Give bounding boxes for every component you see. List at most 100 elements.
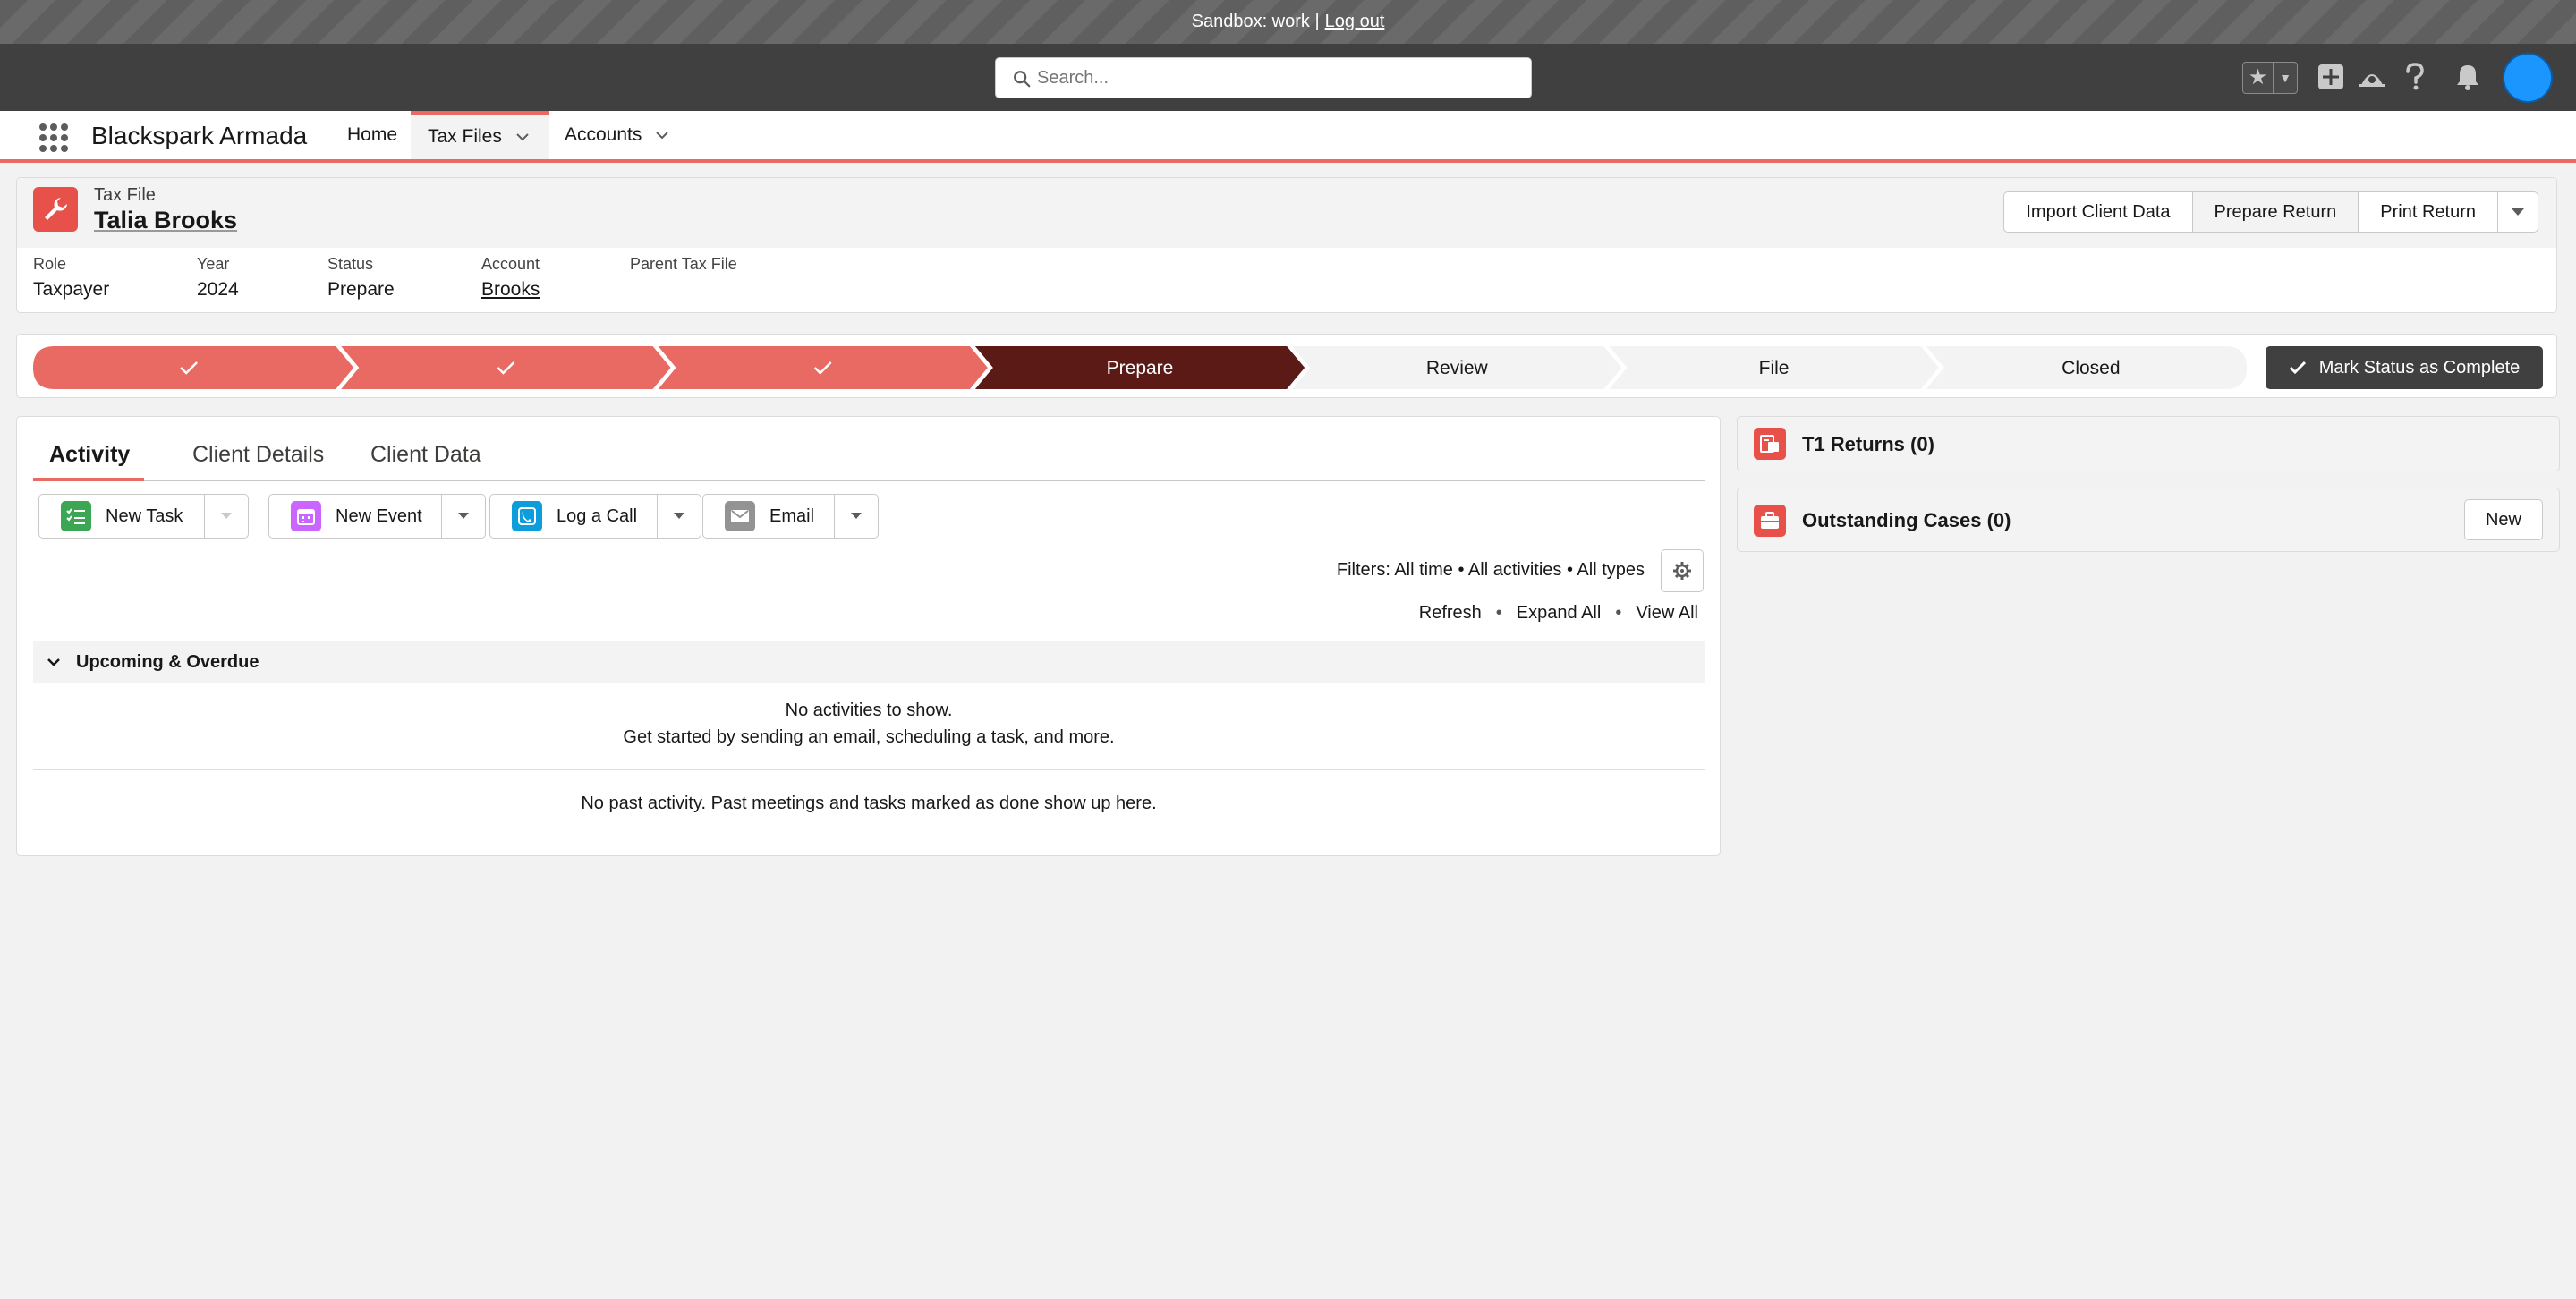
path-stages: Prepare Review File Closed (33, 346, 2247, 389)
checkmark-icon (2289, 361, 2306, 375)
app-launcher-icon[interactable] (39, 123, 68, 152)
activity-filters-text: Filters: All time • All activities • All… (1336, 560, 1645, 580)
status-path: Prepare Review File Closed Mark Status as C… (16, 334, 2557, 398)
briefcase-icon (1754, 505, 1786, 537)
search-placeholder: Search... (1037, 67, 1109, 88)
sandbox-banner: Sandbox: work | Log out (0, 0, 2576, 44)
email-button[interactable]: Email (702, 494, 835, 539)
activity-links: Refresh • Expand All • View All (1419, 603, 1698, 624)
record-header: Tax File Talia Brooks Import Client Data… (16, 177, 2557, 313)
gear-icon (1673, 562, 1691, 580)
favorites-button[interactable]: ★ ▼ (2242, 62, 2298, 94)
new-task-button[interactable]: New Task (38, 494, 205, 539)
t1-returns-icon (1754, 428, 1786, 460)
wrench-icon (33, 187, 78, 232)
app-navigation-bar: Blackspark Armada Home Tax Files Account… (0, 111, 2576, 163)
star-icon: ★ (2243, 63, 2274, 93)
path-stage-label: Review (1426, 358, 1489, 378)
global-actions-icon[interactable] (2316, 62, 2346, 92)
tab-client-data[interactable]: Client Data (370, 442, 481, 468)
global-search-input[interactable]: Search... (995, 57, 1532, 98)
field-value: Taxpayer (33, 279, 110, 300)
tab-client-details[interactable]: Client Details (192, 442, 324, 468)
field-account: Account Brooks (481, 255, 540, 301)
chevron-down-icon[interactable] (514, 129, 531, 145)
global-header: Search... ★ ▼ (0, 44, 2576, 111)
task-icon (61, 501, 91, 531)
chevron-down-icon[interactable] (654, 127, 670, 143)
chevron-down-icon (221, 513, 232, 519)
new-task-label: New Task (106, 505, 183, 526)
path-stage-label: Prepare (1107, 358, 1174, 378)
chevron-down-icon (458, 513, 469, 519)
field-status: Status Prepare (327, 255, 395, 301)
field-parent-tax-file: Parent Tax File (630, 255, 737, 279)
record-name[interactable]: Talia Brooks (94, 207, 237, 234)
nav-item-tax-files[interactable]: Tax Files (411, 111, 549, 159)
nav-item-label: Tax Files (428, 126, 502, 147)
empty-line-2: Get started by sending an email, schedul… (623, 727, 1115, 747)
chevron-down-icon[interactable]: ▼ (2274, 71, 2297, 85)
phone-icon (512, 501, 542, 531)
path-stage-complete-2[interactable] (341, 346, 671, 389)
nav-item-label: Accounts (565, 124, 642, 145)
record-actions: Import Client Data Prepare Return Print … (2003, 191, 2538, 233)
t1-returns-card: T1 Returns (0) (1737, 416, 2560, 471)
field-label: Role (33, 255, 67, 273)
prepare-return-button[interactable]: Prepare Return (2191, 191, 2359, 233)
app-name: Blackspark Armada (91, 122, 308, 149)
email-label: Email (769, 505, 815, 526)
upcoming-overdue-label: Upcoming & Overdue (76, 651, 259, 672)
activity-tabs: Activity Client Details Client Data (33, 417, 1705, 481)
field-label: Parent Tax File (630, 255, 737, 273)
import-client-data-button[interactable]: Import Client Data (2003, 191, 2193, 233)
empty-line-1: No activities to show. (785, 700, 953, 720)
sandbox-text: Sandbox: work | (1191, 12, 1320, 31)
mark-status-complete-button[interactable]: Mark Status as Complete (2266, 346, 2543, 389)
path-stage-complete-1[interactable] (33, 346, 354, 389)
log-a-call-button[interactable]: Log a Call (489, 494, 658, 539)
path-stage-complete-3[interactable] (658, 346, 988, 389)
field-year: Year 2024 (197, 255, 239, 301)
filter-settings-button[interactable] (1661, 549, 1704, 592)
new-case-button[interactable]: New (2464, 499, 2543, 540)
chevron-down-icon (47, 658, 60, 666)
more-actions-button[interactable] (2497, 191, 2538, 233)
expand-all-link[interactable]: Expand All (1517, 603, 1602, 624)
divider (33, 769, 1705, 770)
refresh-link[interactable]: Refresh (1419, 603, 1482, 624)
field-value: Prepare (327, 279, 395, 300)
account-link[interactable]: Brooks (481, 279, 540, 301)
setup-assistant-icon[interactable] (2357, 62, 2387, 92)
chevron-down-icon (2512, 208, 2524, 216)
t1-returns-title[interactable]: T1 Returns (0) (1802, 433, 1934, 456)
new-event-menu-button[interactable] (441, 494, 486, 539)
chevron-down-icon (674, 513, 684, 519)
user-avatar[interactable] (2503, 53, 2553, 103)
new-task-menu-button[interactable] (204, 494, 249, 539)
logout-link[interactable]: Log out (1325, 12, 1385, 32)
upcoming-overdue-section[interactable]: Upcoming & Overdue (33, 641, 1705, 683)
field-label: Account (481, 255, 540, 273)
field-value: 2024 (197, 279, 239, 300)
new-event-button[interactable]: New Event (268, 494, 442, 539)
help-icon[interactable] (2400, 62, 2430, 92)
email-menu-button[interactable] (834, 494, 879, 539)
log-a-call-menu-button[interactable] (657, 494, 701, 539)
field-role: Role Taxpayer (33, 255, 109, 301)
activity-panel: Activity Client Details Client Data New … (16, 416, 1721, 856)
notifications-bell-icon[interactable] (2453, 62, 2483, 92)
calendar-icon (291, 501, 321, 531)
outstanding-cases-title[interactable]: Outstanding Cases (0) (1802, 509, 2011, 532)
no-past-activity-message: No past activity. Past meetings and task… (581, 794, 1157, 813)
tab-activity[interactable]: Activity (49, 442, 130, 468)
print-return-button[interactable]: Print Return (2358, 191, 2498, 233)
search-icon (1014, 71, 1031, 88)
active-tab-indicator (33, 478, 144, 481)
nav-item-home[interactable]: Home (333, 111, 413, 159)
view-all-link[interactable]: View All (1636, 603, 1698, 624)
nav-item-accounts[interactable]: Accounts (565, 111, 670, 159)
path-stage-label: File (1759, 358, 1790, 378)
new-event-label: New Event (336, 505, 422, 526)
field-label: Status (327, 255, 374, 273)
